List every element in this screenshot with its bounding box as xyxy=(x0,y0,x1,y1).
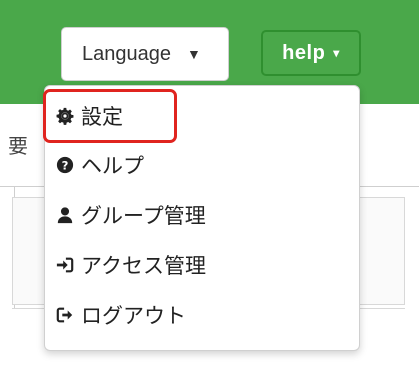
menu-item-access-management[interactable]: アクセス管理 xyxy=(55,248,206,282)
menu-item-logout[interactable]: ログアウト xyxy=(55,298,186,332)
menu-item-help[interactable]: ? ヘルプ xyxy=(55,148,144,182)
menu-item-label: グループ管理 xyxy=(81,204,206,228)
svg-text:?: ? xyxy=(62,159,69,173)
sign-out-icon xyxy=(55,305,75,325)
sign-in-icon xyxy=(55,255,75,275)
menu-item-label: ログアウト xyxy=(81,304,186,328)
help-button-label: help xyxy=(282,41,326,64)
menu-item-label: ヘルプ xyxy=(81,154,144,178)
highlight-box xyxy=(43,89,177,143)
chevron-down-icon: ▾ xyxy=(333,46,340,60)
help-button[interactable]: help ▾ xyxy=(261,30,361,76)
language-select[interactable]: Language ▼ xyxy=(61,27,229,81)
page-title: 要 xyxy=(8,134,28,158)
chevron-down-icon: ▼ xyxy=(186,46,201,62)
question-circle-icon: ? xyxy=(55,155,75,175)
user-icon xyxy=(55,205,75,225)
language-select-label: Language xyxy=(82,42,171,65)
menu-item-label: アクセス管理 xyxy=(81,254,206,278)
menu-item-group-management[interactable]: グループ管理 xyxy=(55,198,206,232)
